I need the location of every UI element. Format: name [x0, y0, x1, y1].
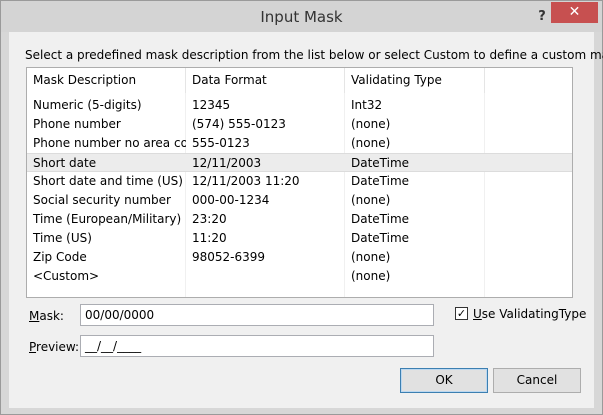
dialog-client: Select a predefined mask description fro…: [9, 32, 603, 408]
use-validating-type-label[interactable]: Use ValidatingType: [473, 307, 586, 321]
instruction-text: Select a predefined mask description fro…: [25, 48, 603, 62]
cell-data-format: 11:20: [192, 231, 227, 245]
use-validating-type-checkbox[interactable]: ✓: [455, 307, 468, 320]
cell-mask-description: Zip Code: [33, 250, 87, 264]
cell-mask-description: Numeric (5-digits): [33, 98, 142, 112]
cell-mask-description: Phone number: [33, 117, 121, 131]
cell-mask-description: Short date: [33, 156, 97, 170]
cell-mask-description: Time (US): [33, 231, 92, 245]
column-header-validating-type[interactable]: Validating Type: [345, 68, 485, 93]
cell-data-format: 12/11/2003: [192, 156, 262, 170]
cell-data-format: [186, 267, 345, 286]
mask-input[interactable]: 00/00/0000: [80, 304, 434, 326]
cell-mask-description: Social security number: [33, 193, 171, 207]
cell-data-format: (574) 555-0123: [192, 117, 286, 131]
cell-validating-type: DateTime: [351, 156, 410, 170]
cell-validating-type: (none): [351, 250, 391, 264]
close-button[interactable]: ✕: [551, 2, 598, 23]
cell-validating-type: DateTime: [351, 212, 410, 226]
list-row[interactable]: Short date 12/11/2003 DateTime: [27, 153, 572, 172]
cell-data-format: 23:20: [192, 212, 227, 226]
list-row[interactable]: Short date and time (US) 12/11/2003 11:20…: [27, 172, 572, 191]
cell-mask-description: <Custom>: [33, 269, 100, 283]
preview-label: Preview:: [29, 340, 80, 354]
column-header-mask-description[interactable]: Mask Description: [27, 68, 186, 93]
list-row[interactable]: Time (European/Military) 23:20 DateTime: [27, 210, 572, 229]
cell-mask-description: Phone number no area co...: [33, 136, 186, 150]
cell-mask-description: Time (European/Military): [33, 212, 182, 226]
cell-validating-type: Int32: [351, 98, 383, 112]
cell-data-format: 12345: [192, 98, 231, 112]
mask-label: Mask:: [29, 309, 64, 323]
dialog-title: Input Mask: [260, 8, 343, 26]
cell-validating-type: (none): [351, 117, 391, 131]
help-button[interactable]: ?: [533, 9, 551, 25]
cell-data-format: 555-0123: [192, 136, 250, 150]
title-bar: Input Mask ? ✕: [1, 1, 602, 32]
list-header: Mask Description Data Format Validating …: [27, 68, 572, 93]
cell-validating-type: (none): [351, 269, 391, 283]
cancel-button[interactable]: Cancel: [493, 368, 581, 393]
preview-field: __/__/____: [80, 335, 434, 357]
list-row[interactable]: Zip Code 98052-6399 (none): [27, 248, 572, 267]
list-row[interactable]: Phone number no area co... 555-0123 (none): [27, 134, 572, 153]
cell-validating-type: (none): [351, 193, 391, 207]
cell-validating-type: DateTime: [351, 174, 410, 188]
cell-validating-type: (none): [351, 136, 391, 150]
list-row[interactable]: Numeric (5-digits) 12345 Int32: [27, 96, 572, 115]
list-row[interactable]: Social security number 000-00-1234 (none): [27, 191, 572, 210]
cell-data-format: 98052-6399: [192, 250, 266, 264]
cell-mask-description: Short date and time (US): [33, 174, 183, 188]
list-row[interactable]: Phone number (574) 555-0123 (none): [27, 115, 572, 134]
ok-button[interactable]: OK: [400, 368, 488, 393]
list-row[interactable]: Time (US) 11:20 DateTime: [27, 229, 572, 248]
cell-validating-type: DateTime: [351, 231, 410, 245]
column-header-data-format[interactable]: Data Format: [186, 68, 345, 93]
input-mask-dialog: Input Mask ? ✕ Select a predefined mask …: [0, 0, 603, 415]
cell-data-format: 000-00-1234: [192, 193, 270, 207]
list-row[interactable]: <Custom> (none): [27, 267, 572, 286]
cell-data-format: 12/11/2003 11:20: [192, 174, 300, 188]
mask-list[interactable]: Mask Description Data Format Validating …: [26, 67, 573, 298]
